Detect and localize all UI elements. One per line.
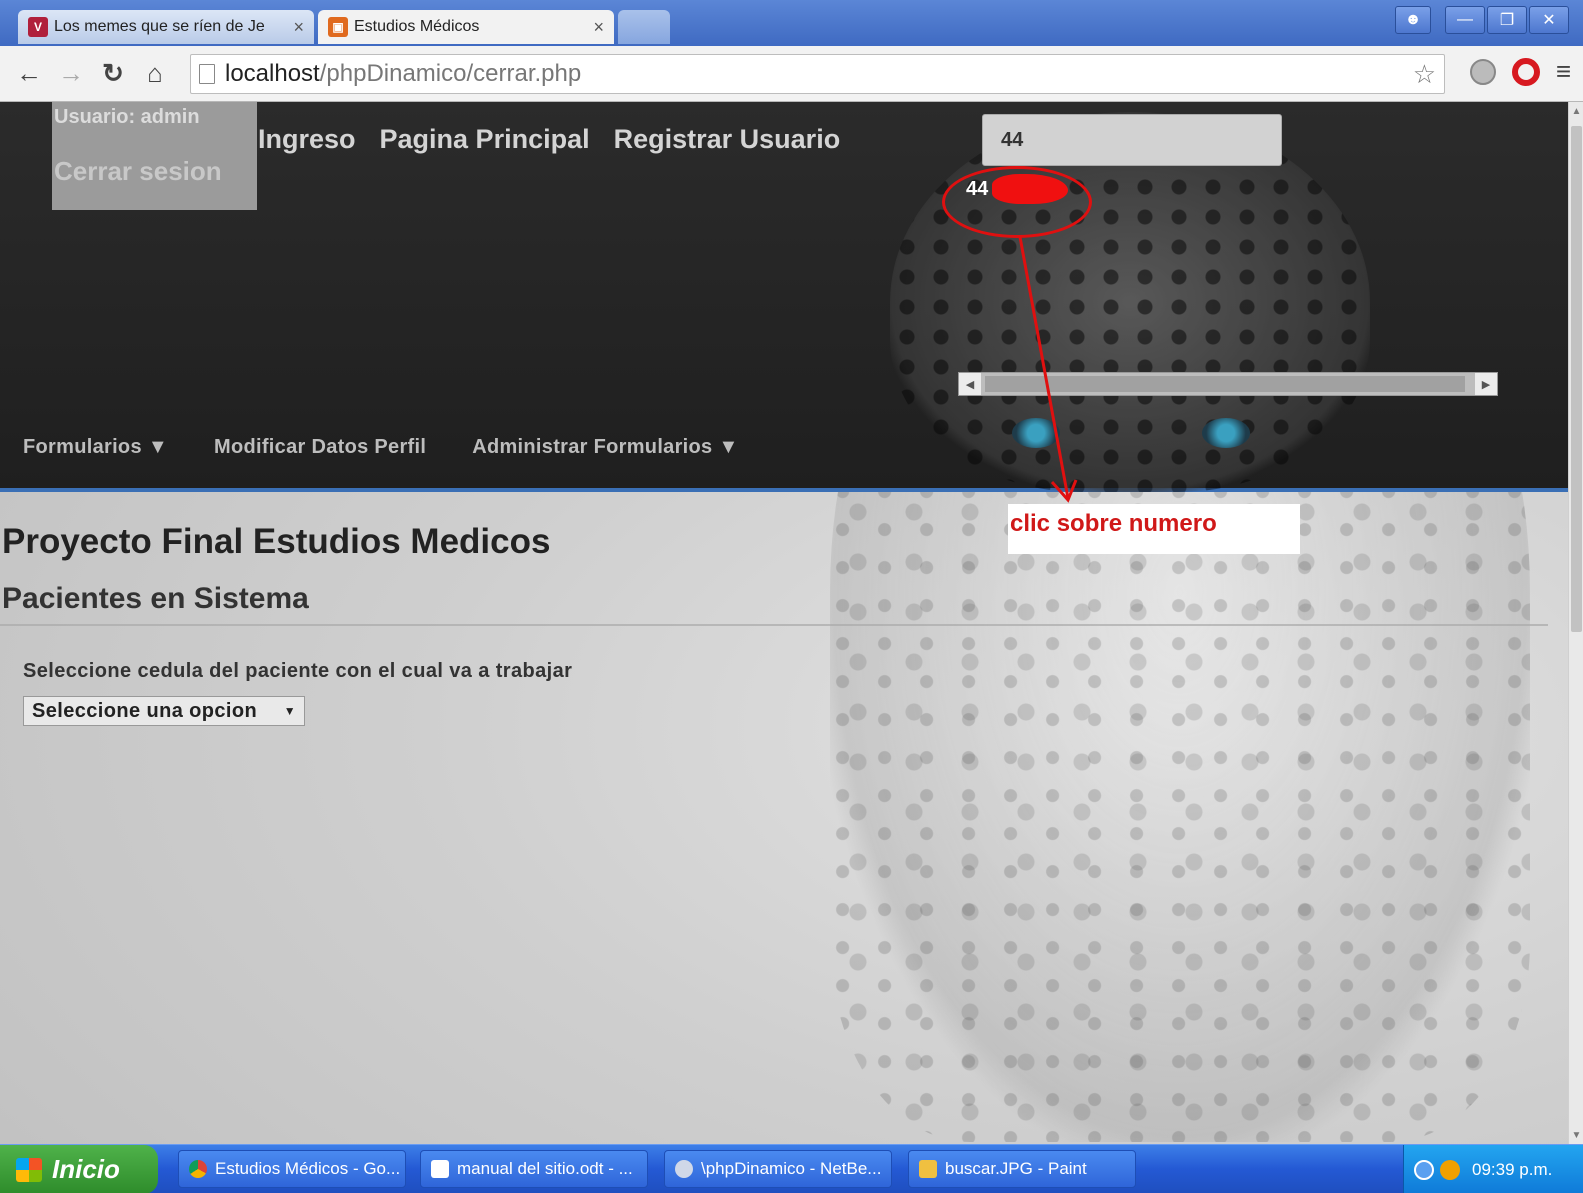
url-text: localhost/phpDinamico/cerrar.php: [225, 60, 582, 87]
tab-strip: V Los memes que se ríen de Je × ▣ Estudi…: [0, 0, 1583, 46]
scroll-right-icon[interactable]: ▶: [1475, 373, 1497, 395]
site-favicon-icon: ▣: [328, 17, 348, 37]
start-label: Inicio: [52, 1154, 120, 1184]
scroll-left-icon[interactable]: ◀: [959, 373, 981, 395]
menu-administrar-formularios[interactable]: Administrar Formularios ▼: [472, 436, 738, 459]
tab-title: Estudios Médicos: [354, 18, 480, 35]
extensions: ≡: [1469, 56, 1571, 87]
system-tray: 09:39 p.m.: [1403, 1145, 1583, 1193]
select-value: Seleccione una opcion: [32, 699, 258, 722]
window-controls: ☻ — ❐ ✕: [1395, 6, 1569, 34]
page-icon: [199, 64, 215, 84]
start-button[interactable]: Inicio: [0, 1145, 158, 1193]
vertical-scrollbar[interactable]: ▲ ▼: [1568, 102, 1583, 1144]
divider: [0, 624, 1548, 626]
tab-estudios-medicos[interactable]: ▣ Estudios Médicos ×: [318, 10, 614, 44]
nav-pagina-principal[interactable]: Pagina Principal: [380, 124, 590, 155]
jaguar-head-image: [890, 112, 1370, 492]
menu-modificar-datos-perfil[interactable]: Modificar Datos Perfil: [214, 436, 426, 459]
document-icon: [431, 1160, 449, 1178]
scroll-up-icon[interactable]: ▲: [1569, 102, 1583, 120]
tab-memes[interactable]: V Los memes que se ríen de Je ×: [18, 10, 314, 44]
address-bar[interactable]: localhost/phpDinamico/cerrar.php ☆: [190, 54, 1445, 94]
logout-link[interactable]: Cerrar sesion: [54, 156, 222, 187]
jaguar-eye-image: [1012, 418, 1060, 448]
close-icon[interactable]: ×: [293, 17, 304, 38]
windows-logo-icon: [16, 1157, 42, 1182]
scroll-thumb[interactable]: [985, 376, 1465, 392]
scroll-down-icon[interactable]: ▼: [1569, 1126, 1583, 1144]
search-input[interactable]: [982, 114, 1282, 166]
minimize-icon[interactable]: —: [1445, 6, 1485, 34]
back-arrow-icon[interactable]: ←: [12, 57, 46, 91]
paint-icon: [919, 1160, 937, 1178]
taskbar-item-chrome[interactable]: Estudios Médicos - Go...: [178, 1150, 406, 1188]
menu-icon[interactable]: ≡: [1556, 56, 1571, 87]
taskbar: Inicio Estudios Médicos - Go... manual d…: [0, 1144, 1583, 1193]
menu-formularios[interactable]: Formularios ▼: [23, 436, 168, 459]
patient-select-label: Seleccione cedula del paciente con el cu…: [23, 660, 573, 682]
top-nav: Ingreso Pagina Principal Registrar Usuar…: [258, 124, 840, 155]
clock: 09:39 p.m.: [1472, 1159, 1553, 1179]
taskbar-item-netbeans[interactable]: \phpDinamico - NetBe...: [664, 1150, 892, 1188]
chevron-down-icon: ▼: [147, 436, 168, 458]
tray-arrow-icon[interactable]: [1414, 1159, 1434, 1180]
chevron-down-icon: ▼: [283, 704, 296, 718]
browser-toolbar: ← → ↻ ⌂ localhost/phpDinamico/cerrar.php…: [0, 46, 1583, 102]
bookmark-star-icon[interactable]: ☆: [1413, 59, 1436, 90]
main-menu: Formularios ▼ Modificar Datos Perfil Admi…: [23, 436, 739, 459]
patient-select[interactable]: Seleccione una opcion ▼: [23, 696, 305, 726]
page-viewport: Usuario: admin Cerrar sesion Ingreso Pag…: [0, 102, 1568, 1144]
annotation-note: clic sobre numero: [1008, 504, 1300, 554]
opera-extension-icon[interactable]: [1511, 57, 1540, 86]
user-panel: Usuario: admin Cerrar sesion: [52, 102, 257, 210]
close-icon[interactable]: ×: [593, 17, 604, 38]
chrome-icon: [189, 1160, 207, 1178]
netbeans-icon: [675, 1160, 693, 1178]
window-close-icon[interactable]: ✕: [1529, 6, 1569, 34]
chevron-down-icon: ▼: [718, 436, 739, 458]
jaguar-eye-image: [1202, 418, 1250, 448]
taskbar-item-document[interactable]: manual del sitio.odt - ...: [420, 1150, 648, 1188]
horizontal-scrollbar[interactable]: ◀ ▶: [958, 372, 1498, 396]
scroll-thumb[interactable]: [1571, 126, 1582, 632]
taskbar-item-paint[interactable]: buscar.JPG - Paint: [908, 1150, 1136, 1188]
new-tab-button[interactable]: [618, 10, 670, 44]
home-icon[interactable]: ⌂: [138, 57, 172, 91]
annotation-circle: [942, 166, 1092, 238]
tray-app-icon[interactable]: [1440, 1159, 1460, 1180]
forward-arrow-icon[interactable]: →: [54, 57, 88, 91]
memes-favicon-icon: V: [28, 17, 48, 37]
user-profile-icon[interactable]: ☻: [1395, 6, 1431, 34]
page-title: Proyecto Final Estudios Medicos: [2, 522, 551, 561]
nav-registrar-usuario[interactable]: Registrar Usuario: [614, 124, 841, 155]
reload-icon[interactable]: ↻: [96, 57, 130, 91]
extension-cube-icon[interactable]: [1469, 58, 1496, 85]
restore-icon[interactable]: ❐: [1487, 6, 1527, 34]
tab-title: Los memes que se ríen de Je: [54, 18, 265, 35]
section-title: Pacientes en Sistema: [2, 582, 309, 615]
nav-ingreso[interactable]: Ingreso: [258, 124, 356, 155]
user-label: Usuario: admin: [54, 106, 200, 128]
site-header: Usuario: admin Cerrar sesion Ingreso Pag…: [0, 102, 1568, 492]
